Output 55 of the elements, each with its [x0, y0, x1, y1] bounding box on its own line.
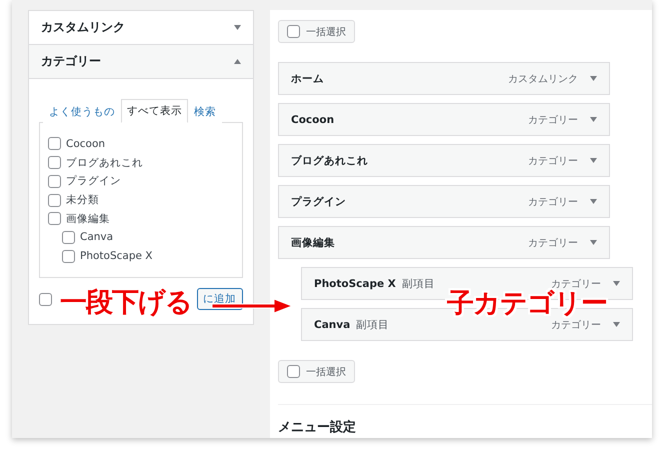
caret-icon[interactable] [590, 76, 597, 81]
menu-item-title: PhotoScape X [314, 278, 396, 290]
caret-icon[interactable] [613, 322, 620, 327]
menu-item-type: カテゴリー [551, 278, 601, 290]
menu-item-title: プラグイン [291, 194, 346, 208]
caret-icon[interactable] [234, 59, 241, 64]
menu-item-title: ブログあれこれ [291, 154, 368, 168]
caret-icon[interactable] [590, 158, 597, 163]
menu-item-title: Canva [314, 318, 350, 330]
menu-item-type: カスタムリンク [508, 72, 578, 86]
checkbox[interactable] [48, 156, 61, 170]
bulk-select-button[interactable]: 一括選択 [278, 360, 355, 383]
category-label: プラグイン [66, 174, 121, 188]
menu-item-type: カテゴリー [551, 318, 601, 332]
category-label: Canva [80, 231, 114, 244]
checkbox[interactable] [62, 250, 75, 263]
menu-item[interactable]: ブログあれこれ カテゴリー [278, 144, 610, 177]
section-title: カスタムリンク [41, 19, 125, 36]
checkbox[interactable] [62, 230, 75, 244]
menu-item-type: カテゴリー [528, 114, 578, 126]
checkbox[interactable] [48, 194, 61, 207]
menu-item-type: カテゴリー [528, 154, 578, 168]
menu-item-title: ホーム [291, 72, 324, 86]
menu-item-type: カテゴリー [528, 236, 578, 250]
caret-icon[interactable] [234, 25, 241, 30]
section-heading: メニュー設定 [278, 418, 357, 436]
menu-item[interactable]: 画像編集 カテゴリー [278, 226, 610, 259]
section-title: カテゴリー [41, 53, 101, 70]
category-label: 画像編集 [66, 212, 110, 226]
menu-item-title: 画像編集 [291, 236, 335, 250]
menu-item-type: カテゴリー [528, 196, 578, 208]
caret-icon[interactable] [590, 240, 597, 245]
menu-item-title: Cocoon [291, 114, 334, 126]
checkbox[interactable] [48, 137, 61, 150]
checkbox[interactable] [48, 212, 61, 226]
checkbox[interactable] [287, 365, 300, 378]
checkbox[interactable] [287, 25, 300, 38]
checkbox[interactable] [39, 292, 52, 306]
category-label: 未分類 [66, 193, 99, 208]
category-label: PhotoScape X [80, 250, 152, 262]
annotation-text: 一段下げる [60, 289, 192, 316]
menu-item[interactable]: プラグイン カテゴリー [278, 185, 610, 218]
sub-item-label: 副項目 [402, 276, 435, 290]
category-label: Cocoon [66, 138, 106, 150]
menu-item[interactable]: Cocoon カテゴリー [278, 103, 610, 136]
caret-icon[interactable] [590, 117, 597, 122]
caret-icon[interactable] [590, 199, 597, 204]
menu-item[interactable]: ホーム カスタムリンク [278, 62, 610, 95]
tab[interactable]: すべて表示 [121, 99, 188, 123]
accordion-header[interactable]: カテゴリー [29, 45, 253, 79]
caret-icon[interactable] [613, 281, 620, 286]
bulk-select-button[interactable]: 一括選択 [278, 20, 355, 43]
checkbox[interactable] [48, 174, 61, 188]
sub-item-label: 副項目 [356, 318, 390, 332]
category-label: ブログあれこれ [66, 156, 143, 170]
